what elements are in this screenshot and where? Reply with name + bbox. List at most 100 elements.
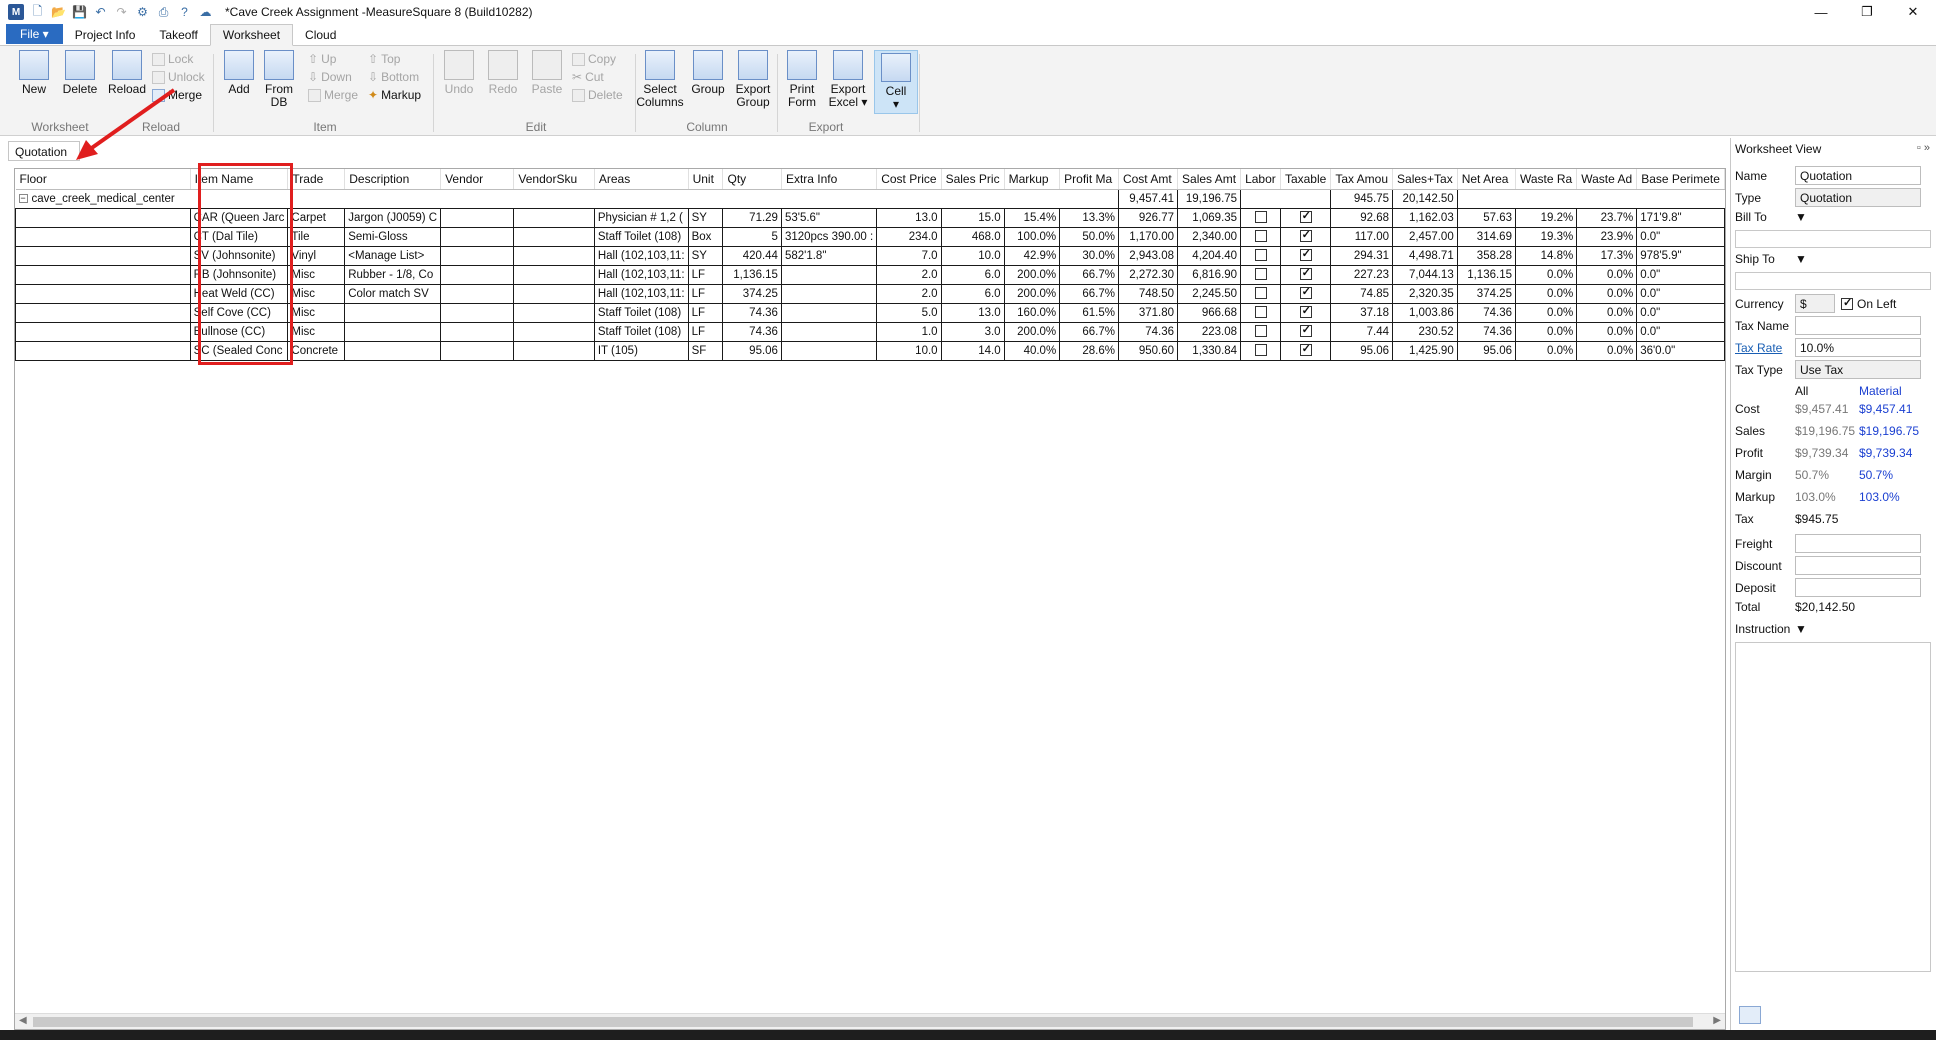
- settings-icon[interactable]: ⚙: [135, 5, 150, 20]
- table-cell[interactable]: 95.06: [1456, 340, 1516, 361]
- table-cell[interactable]: [876, 189, 942, 209]
- collapse-icon[interactable]: −: [18, 193, 28, 203]
- table-cell[interactable]: 230.52: [1392, 321, 1458, 342]
- table-cell[interactable]: 57.63: [1456, 207, 1516, 228]
- deposit-field[interactable]: [1795, 578, 1921, 597]
- table-cell[interactable]: Concrete: [287, 340, 346, 361]
- table-cell[interactable]: 1,170.00: [1117, 226, 1179, 247]
- table-cell[interactable]: [780, 302, 878, 323]
- taxable-checkbox[interactable]: [1299, 304, 1312, 319]
- table-cell[interactable]: 74.85: [1330, 283, 1394, 304]
- table-cell[interactable]: Vinyl: [287, 245, 346, 266]
- table-cell[interactable]: 30.0%: [1059, 245, 1119, 266]
- column-header[interactable]: Tax Amou: [1330, 169, 1394, 190]
- table-cell[interactable]: 13.0: [940, 302, 1005, 323]
- tax-rate-field[interactable]: 10.0%: [1795, 338, 1921, 357]
- table-cell[interactable]: 4,498.71: [1392, 245, 1458, 266]
- table-row[interactable]: RB (Johnsonite) Misc Rubber - 1/8, Co Hall …: [15, 264, 1725, 285]
- column-header[interactable]: Sales+Tax: [1392, 169, 1458, 190]
- up-button[interactable]: ⇧ Up: [308, 50, 336, 68]
- table-cell[interactable]: 74.36: [1456, 321, 1516, 342]
- table-cell[interactable]: 0.0%: [1576, 283, 1638, 304]
- unlock-button[interactable]: Unlock: [152, 68, 205, 86]
- table-cell[interactable]: [1457, 189, 1516, 209]
- taxable-cell[interactable]: [1279, 283, 1332, 304]
- table-cell[interactable]: [440, 207, 515, 228]
- table-cell[interactable]: [513, 321, 595, 342]
- column-header[interactable]: Description: [344, 169, 442, 190]
- table-cell[interactable]: 5: [722, 226, 782, 247]
- floor-cell[interactable]: [15, 207, 191, 228]
- table-cell[interactable]: [344, 340, 442, 361]
- table-cell[interactable]: 950.60: [1117, 340, 1179, 361]
- table-cell[interactable]: [440, 226, 515, 247]
- table-cell[interactable]: 200.0%: [1003, 321, 1061, 342]
- item-name-cell[interactable]: Self Cove (CC): [189, 302, 289, 323]
- tab-file[interactable]: File ▾: [6, 24, 63, 44]
- ship-to-dropdown-icon[interactable]: ▼: [1795, 252, 1807, 266]
- table-cell[interactable]: [780, 264, 878, 285]
- item-name-cell[interactable]: Heat Weld (CC): [189, 283, 289, 304]
- labor-checkbox[interactable]: [1254, 344, 1267, 357]
- down-button[interactable]: ⇩ Down: [308, 68, 352, 86]
- tab-project-info[interactable]: Project Info: [63, 25, 148, 45]
- table-cell[interactable]: 420.44: [722, 245, 782, 266]
- taxable-cell[interactable]: [1279, 226, 1332, 247]
- table-cell[interactable]: [1004, 189, 1060, 209]
- table-cell[interactable]: 37.18: [1330, 302, 1394, 323]
- select-columns-button[interactable]: Select Columns: [636, 50, 684, 109]
- table-cell[interactable]: 2,245.50: [1177, 283, 1242, 304]
- table-cell[interactable]: 0.0": [1636, 302, 1725, 323]
- worksheet-grid[interactable]: Floor Item Name Trade Description Vendor Vend…: [14, 168, 1726, 1030]
- table-cell[interactable]: 74.36: [722, 321, 782, 342]
- table-cell[interactable]: [513, 283, 595, 304]
- table-cell[interactable]: Jargon (J0059) C: [344, 207, 442, 228]
- table-cell[interactable]: [440, 189, 514, 209]
- table-cell[interactable]: 1,136.15: [722, 264, 782, 285]
- table-cell[interactable]: 14.0: [940, 340, 1005, 361]
- from-db-button[interactable]: From DB: [262, 50, 296, 109]
- table-cell[interactable]: [941, 189, 1005, 209]
- table-cell[interactable]: 71.29: [722, 207, 782, 228]
- taxable-checkbox[interactable]: [1299, 209, 1312, 224]
- taxable-checkbox[interactable]: [1299, 285, 1312, 300]
- table-cell[interactable]: 371.80: [1117, 302, 1179, 323]
- table-cell[interactable]: 1,162.03: [1392, 207, 1458, 228]
- labor-cell[interactable]: [1240, 340, 1281, 361]
- tax-name-select[interactable]: [1795, 316, 1921, 335]
- table-cell[interactable]: 28.6%: [1059, 340, 1119, 361]
- panel-pin-icon[interactable]: ▫ »: [1917, 142, 1930, 154]
- taxable-cell[interactable]: [1279, 264, 1332, 285]
- table-cell[interactable]: 1.0: [876, 321, 942, 342]
- column-header[interactable]: VendorSku: [513, 169, 595, 190]
- table-cell[interactable]: 6.0: [940, 264, 1005, 285]
- tab-worksheet[interactable]: Worksheet: [209, 24, 294, 46]
- table-cell[interactable]: 1,425.90: [1392, 340, 1458, 361]
- table-cell[interactable]: [440, 321, 515, 342]
- table-cell[interactable]: 2,272.30: [1117, 264, 1179, 285]
- item-name-cell[interactable]: CAR (Queen Jarc: [189, 207, 289, 228]
- table-cell[interactable]: 234.0: [876, 226, 942, 247]
- table-cell[interactable]: Physician # 1,2 (: [593, 207, 689, 228]
- taxable-cell[interactable]: [1279, 207, 1332, 228]
- table-cell[interactable]: 19.3%: [1514, 226, 1578, 247]
- table-cell[interactable]: 0.0%: [1576, 302, 1638, 323]
- tab-takeoff[interactable]: Takeoff: [147, 25, 209, 45]
- column-header[interactable]: Qty: [722, 169, 782, 190]
- open-folder-icon[interactable]: 📂: [51, 5, 66, 20]
- floor-cell[interactable]: [15, 283, 191, 304]
- cut-button[interactable]: ✂ Cut: [572, 68, 604, 86]
- new-file-icon[interactable]: 🗋: [30, 4, 45, 20]
- table-cell[interactable]: Staff Toilet (108): [593, 321, 689, 342]
- table-cell[interactable]: 66.7%: [1059, 321, 1119, 342]
- column-header[interactable]: Cost Amt: [1118, 169, 1179, 190]
- column-header[interactable]: Markup: [1004, 169, 1061, 190]
- export-group-button[interactable]: Export Group: [732, 50, 774, 109]
- column-header[interactable]: Profit Ma: [1059, 169, 1119, 190]
- table-cell[interactable]: [513, 189, 595, 209]
- table-cell[interactable]: 227.23: [1330, 264, 1394, 285]
- table-cell[interactable]: [344, 302, 442, 323]
- table-cell[interactable]: 100.0%: [1003, 226, 1061, 247]
- taxable-checkbox[interactable]: [1299, 323, 1312, 338]
- column-header[interactable]: Vendor: [440, 169, 515, 190]
